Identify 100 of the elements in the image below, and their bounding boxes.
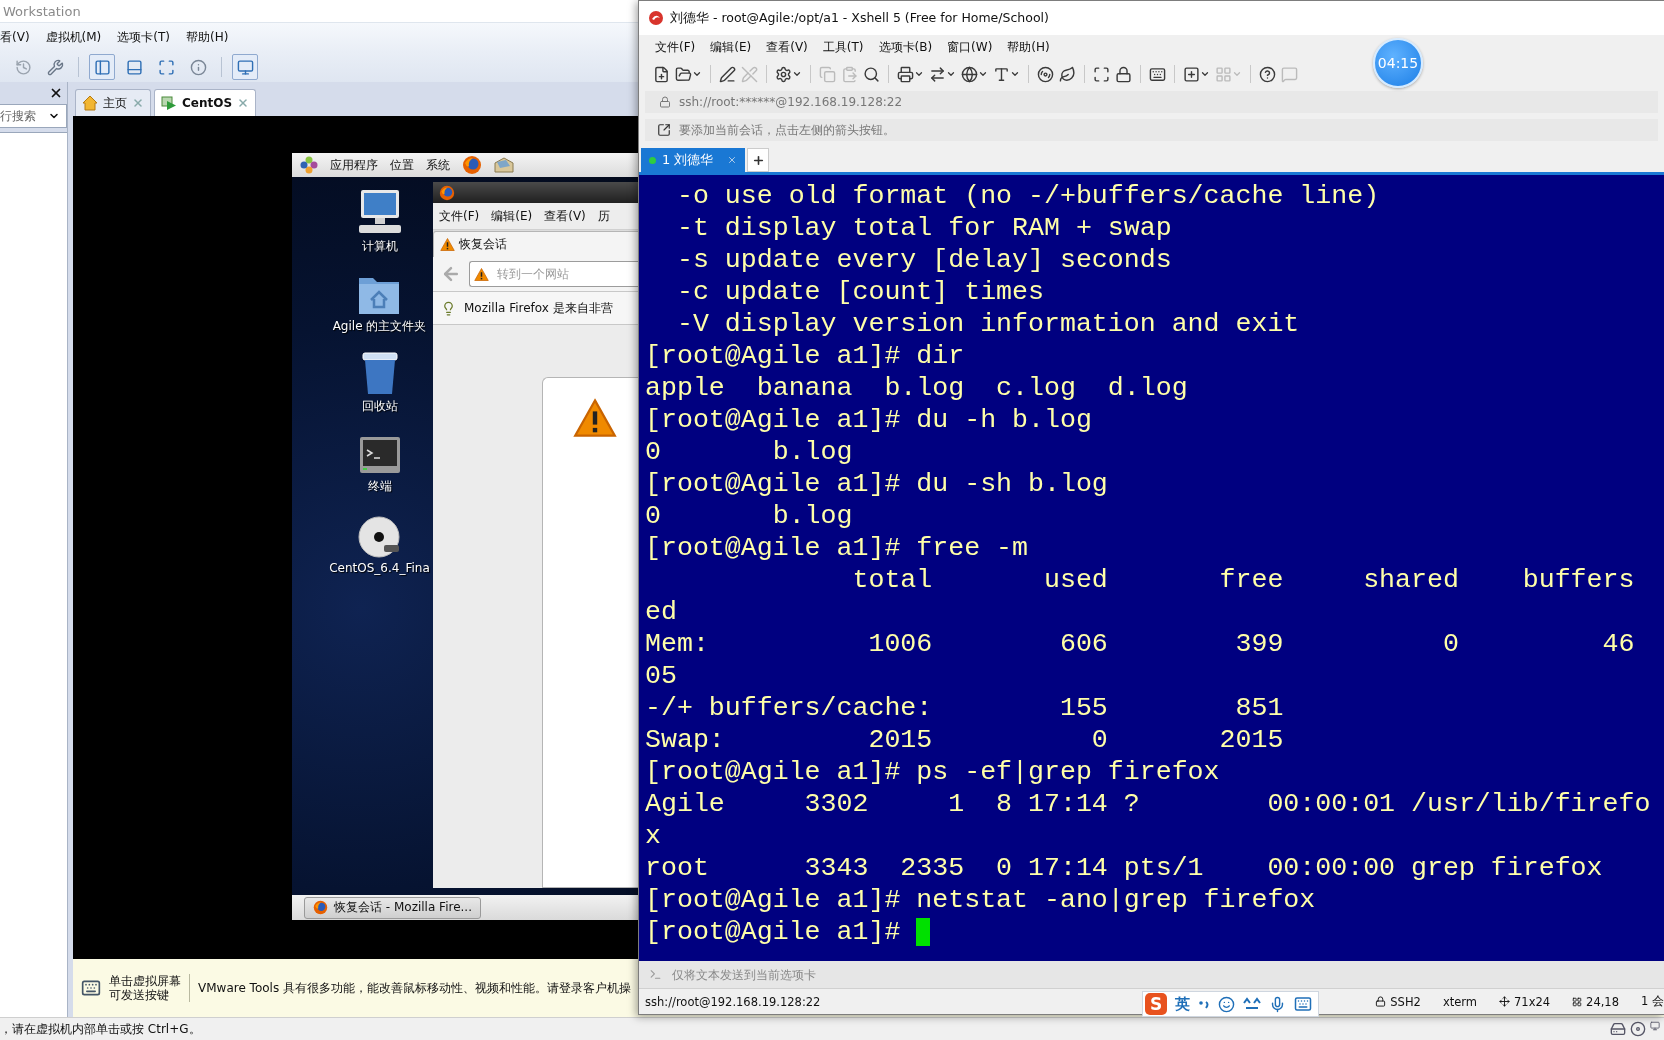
search-field[interactable]: 行搜索 [0,109,48,123]
terminal-line: 0 b.log [645,436,853,468]
terminal-line: total used free shared buffers [851,564,1635,596]
compose-bar[interactable]: 仅将文本发送到当前选项卡 [639,961,1664,989]
leaf-icon[interactable] [1059,65,1076,83]
menu-item[interactable]: 历 [597,207,610,225]
firefox-icon [439,184,455,201]
prompt-icon [649,968,662,981]
menu-item[interactable]: 看(V) [0,29,30,46]
fullscreen-icon [157,58,175,76]
face-icon[interactable] [1243,997,1261,1011]
desktop-icon-label[interactable]: 终端 [367,478,392,495]
menu-item[interactable]: 帮助(H) [186,29,229,46]
url-bar[interactable]: 转到一个网站 [469,261,640,287]
house-icon [82,95,98,111]
panel-menu-item[interactable]: 应用程序 [330,156,378,174]
menu-item[interactable]: 编辑(E) [491,207,533,225]
window-title: 刘德华 - root@Agile:/opt/a1 - Xshell 5 (Free for Home/School) [670,9,1049,27]
font-icon[interactable] [993,65,1010,83]
computer-icon [356,188,403,236]
terminal-line: -o use old format (no -/+buffers/cache line) [675,180,1380,212]
printer-icon[interactable] [897,65,914,83]
menu-item[interactable]: 选项卡(T) [117,29,170,46]
position-text: 24,18 [1586,994,1619,1009]
swirl-icon[interactable] [1037,65,1054,83]
new-window-icon[interactable] [653,65,670,83]
taskbar-button[interactable]: 恢复会话 - Mozilla Fire... [304,896,481,919]
add-box-icon[interactable] [1183,65,1200,83]
menu-item[interactable]: 虚拟机(M) [45,29,102,46]
help-icon[interactable] [1259,65,1276,83]
terminal-line: -V display version information and exit [675,308,1300,340]
notice-message: VMware Tools 具有很多功能，能改善鼠标移动性、视频和性能。请登录客户机操 [198,979,631,997]
ime-logo[interactable]: S [1145,993,1167,1015]
lock-icon[interactable] [1115,65,1132,83]
menu-item[interactable]: 文件(F) [439,207,480,225]
menu-item[interactable]: 帮助(H) [1007,38,1050,56]
search-box[interactable]: 行搜索 [0,104,67,128]
menu-item[interactable]: 编辑(E) [710,38,752,56]
caret-icon[interactable] [1200,69,1210,79]
monitor-icon[interactable] [1650,1021,1660,1031]
caret-icon[interactable] [792,69,802,79]
arrows-icon[interactable] [929,65,946,83]
wrench-icon [46,58,64,76]
fullscreen-icon[interactable] [1093,65,1110,83]
tab[interactable]: 主页 [75,89,151,116]
menu-item[interactable]: 工具(T) [822,38,864,56]
smile-icon[interactable] [1218,995,1235,1013]
session-tab[interactable]: 1 刘德华 [641,148,745,172]
sidebar-view-button[interactable] [89,54,115,80]
terminal-line: x [645,820,661,852]
menu-item[interactable]: 查看(V) [766,38,808,56]
caret-icon[interactable] [1010,69,1020,79]
flower-icon[interactable] [300,156,318,174]
swirl-icon [648,10,664,26]
monitor-button[interactable] [232,54,258,80]
menu-item[interactable]: 窗口(W) [947,38,993,56]
warning-icon [474,266,489,282]
connection-text: ssh://root@192.168.19.128:22 [645,994,821,1009]
keyboard-icon[interactable] [1294,995,1312,1013]
desktop-icon-label[interactable]: Agile 的主文件夹 [332,318,427,335]
caret-icon[interactable] [978,69,988,79]
add-tab-button[interactable] [747,148,769,172]
pen-icon[interactable] [719,65,736,83]
dvd-icon [357,515,402,559]
clipboard-icon[interactable] [841,65,858,83]
globe-icon[interactable] [961,65,978,83]
tab[interactable]: CentOS [154,89,257,116]
menu-item[interactable]: 选项卡(B) [878,38,933,56]
trash-icon [359,350,400,396]
disc-icon[interactable] [1630,1021,1646,1037]
panel-menu-item[interactable]: 系统 [426,156,450,174]
gear-icon[interactable] [775,65,792,83]
caret-icon[interactable] [692,69,702,79]
compose-field[interactable]: 仅将文本发送到当前选项卡 [670,966,934,983]
browser-tab[interactable]: 恢复会话 [433,231,640,257]
menu-item[interactable]: 文件(F) [655,38,696,56]
arrow-icon[interactable] [657,123,671,137]
mail-icon[interactable] [494,157,514,173]
mic-icon[interactable] [1269,995,1286,1013]
desktop-icon-label[interactable]: 回收站 [361,398,398,415]
terminal-line: -c update [count] times [675,276,1044,308]
ime-mode[interactable]: 英 [1175,994,1190,1014]
terminal-line: 0 b.log [645,500,853,532]
folder-icon[interactable] [675,65,692,83]
panel-menu-item[interactable]: 位置 [390,156,414,174]
sessions-text: 1 会 [1641,994,1664,1009]
desktop-icon-label[interactable]: 计算机 [361,238,398,255]
search-icon[interactable] [863,65,880,83]
keyboard-icon[interactable] [1149,65,1166,83]
close-icon[interactable] [49,86,63,100]
address-text: ssh://root:******@192.168.19.128:22 [679,95,903,109]
desktop-icon-label[interactable]: CentOS_6.4_Fina [329,561,430,575]
history-icon [14,58,32,76]
tab-label: 1 刘德华 [662,151,715,169]
caret-icon[interactable] [914,69,924,79]
terminal-line: -/+ buffers/cache: 155 851 [645,692,1284,724]
caret-icon[interactable] [946,69,956,79]
hint-text: 要添加当前会话，点击左侧的箭头按钮。 [679,121,895,139]
firefox-icon[interactable] [462,155,482,175]
menu-item[interactable]: 查看(V) [544,207,586,225]
